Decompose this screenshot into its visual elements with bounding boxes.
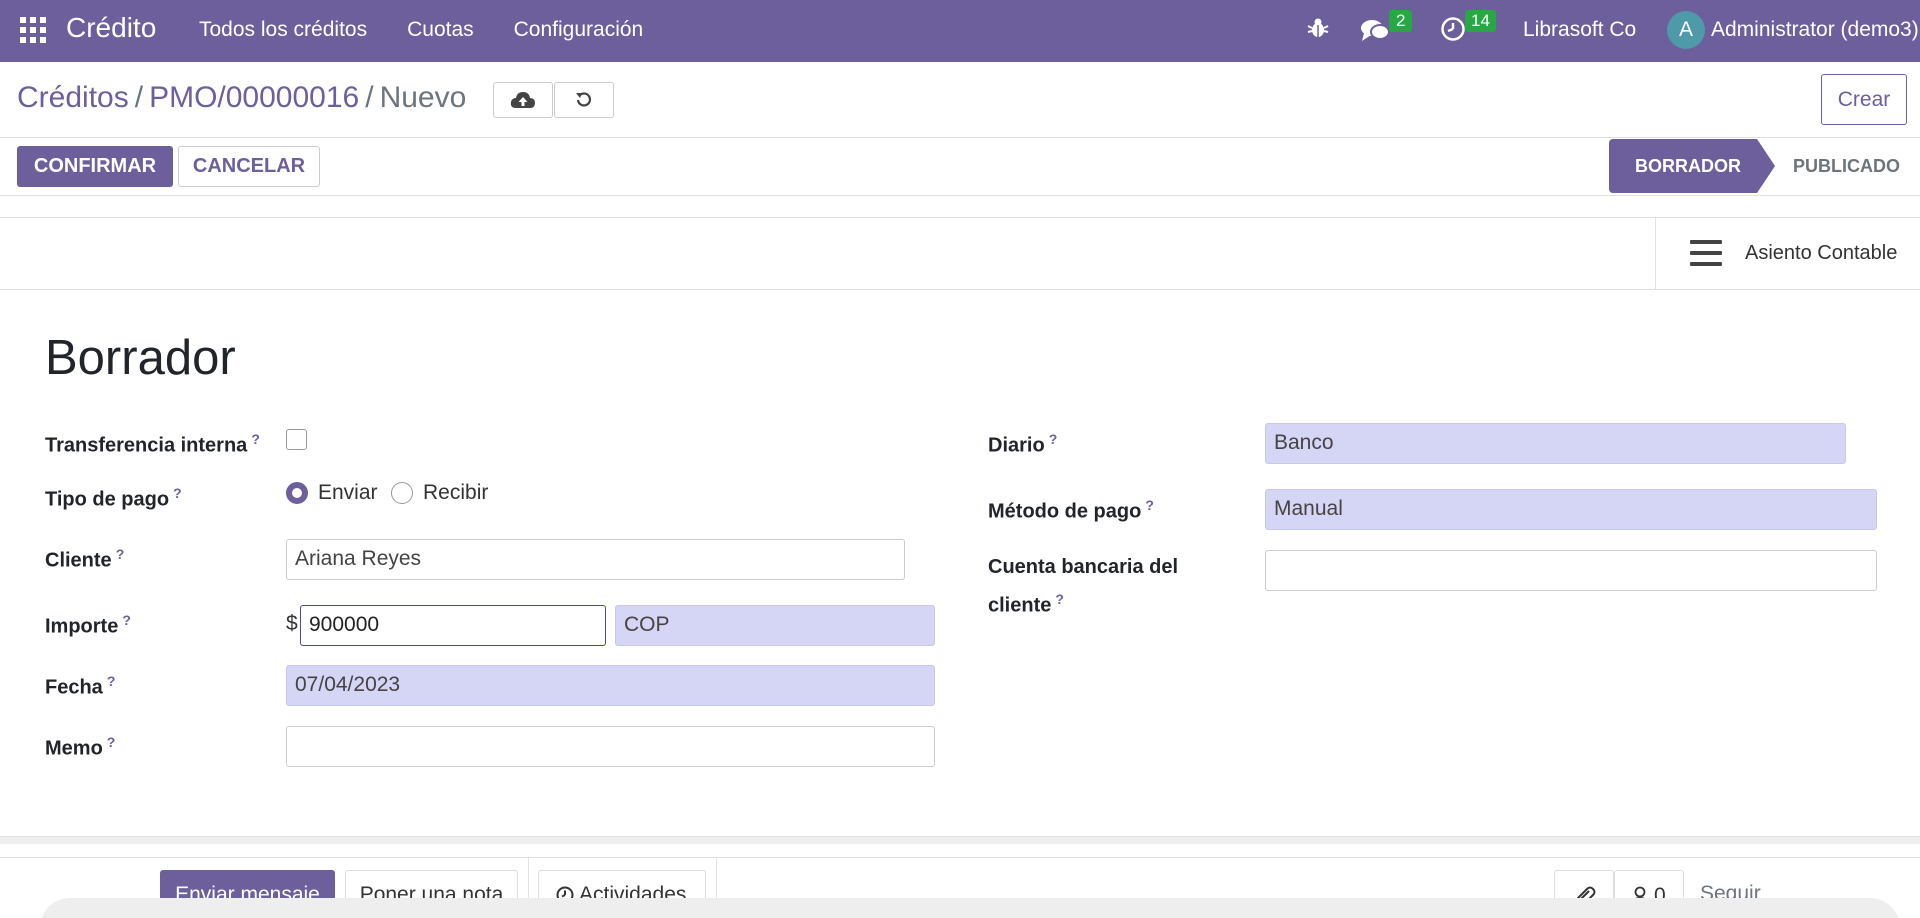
messages-count-badge: 2: [1389, 10, 1413, 32]
radio-enviar[interactable]: [286, 482, 308, 504]
cancel-button[interactable]: CANCELAR: [178, 146, 320, 187]
confirm-button[interactable]: CONFIRMAR: [17, 146, 173, 187]
customer-label: Cliente?: [45, 546, 125, 572]
bars-icon: [1690, 240, 1722, 266]
payment-method-field[interactable]: Manual: [1265, 489, 1877, 530]
divider: [0, 137, 1920, 138]
help-icon[interactable]: ?: [1049, 431, 1058, 447]
journal-field[interactable]: Banco: [1265, 423, 1846, 464]
create-button[interactable]: Crear: [1821, 74, 1907, 125]
payment-method-label: Método de pago?: [988, 497, 1154, 523]
app-name[interactable]: Crédito: [66, 12, 156, 44]
help-icon[interactable]: ?: [1145, 497, 1154, 513]
status-borrador[interactable]: BORRADOR: [1609, 139, 1775, 193]
journal-entry-label: Asiento Contable: [1745, 242, 1898, 264]
breadcrumb-separator: /: [365, 81, 374, 114]
undo-icon: [576, 92, 592, 107]
breadcrumb-current: Nuevo: [379, 81, 467, 114]
activities-count-badge: 14: [1465, 10, 1496, 32]
messages-icon[interactable]: [1360, 16, 1390, 44]
amount-field[interactable]: 900000: [300, 605, 606, 646]
breadcrumb-separator: /: [134, 81, 144, 114]
main-menu: Todos los créditos Cuotas Configuración: [199, 18, 683, 42]
bug-icon[interactable]: [1306, 16, 1330, 40]
currency-symbol: $: [286, 612, 298, 635]
date-label: Fecha?: [45, 673, 116, 699]
memo-field[interactable]: [286, 726, 935, 767]
date-field[interactable]: 07/04/2023: [286, 665, 935, 706]
customer-field[interactable]: Ariana Reyes: [286, 539, 905, 580]
breadcrumb-creditos[interactable]: Créditos: [17, 81, 129, 114]
journal-label: Diario?: [988, 431, 1058, 457]
currency-field[interactable]: COP: [615, 605, 935, 646]
internal-transfer-label: Transferencia interna?: [45, 431, 260, 457]
help-icon[interactable]: ?: [107, 673, 116, 689]
help-icon[interactable]: ?: [251, 431, 260, 447]
divider: [0, 217, 1920, 218]
chatter-thread-area: [40, 898, 1900, 918]
divider: [0, 289, 1920, 290]
status-publicado[interactable]: PUBLICADO: [1793, 139, 1900, 193]
help-icon[interactable]: ?: [122, 612, 131, 628]
company-switcher[interactable]: Librasoft Co: [1523, 18, 1636, 42]
memo-label: Memo?: [45, 734, 116, 760]
discard-button[interactable]: [554, 82, 614, 118]
save-button[interactable]: [493, 82, 553, 118]
journal-entry-smart-button[interactable]: Asiento Contable: [1655, 218, 1920, 289]
radio-enviar-label[interactable]: Enviar: [318, 481, 378, 505]
chatter-separator: [0, 836, 1920, 844]
bank-account-label: Cuenta bancaria del: [988, 556, 1179, 578]
divider: [0, 195, 1920, 196]
activities-clock-icon[interactable]: [1440, 16, 1466, 42]
menu-item-configuracion[interactable]: Configuración: [514, 18, 644, 42]
cloud-upload-icon: [510, 92, 535, 108]
amount-label: Importe?: [45, 612, 131, 638]
top-navbar: Crédito Todos los créditos Cuotas Config…: [0, 0, 1920, 62]
help-icon[interactable]: ?: [1055, 591, 1064, 607]
help-icon[interactable]: ?: [116, 546, 125, 562]
help-icon[interactable]: ?: [107, 734, 116, 750]
user-menu[interactable]: Administrator (demo3): [1711, 18, 1919, 42]
menu-item-cuotas[interactable]: Cuotas: [407, 18, 474, 42]
radio-recibir-label[interactable]: Recibir: [423, 481, 488, 505]
internal-transfer-checkbox[interactable]: [286, 429, 307, 450]
apps-grid-icon[interactable]: [20, 17, 46, 43]
bank-account-label-line2: cliente?: [988, 591, 1064, 617]
menu-item-todos-creditos[interactable]: Todos los créditos: [199, 18, 367, 42]
page-title: Borrador: [45, 331, 236, 385]
divider: [0, 857, 1920, 858]
payment-type-label: Tipo de pago?: [45, 485, 182, 511]
breadcrumb-record[interactable]: PMO/00000016: [149, 81, 359, 114]
help-icon[interactable]: ?: [173, 485, 182, 501]
avatar[interactable]: A: [1667, 11, 1705, 49]
bank-account-field[interactable]: [1265, 550, 1877, 591]
breadcrumb: Créditos / PMO/00000016/Nuevo: [17, 81, 466, 115]
radio-recibir[interactable]: [391, 482, 413, 504]
